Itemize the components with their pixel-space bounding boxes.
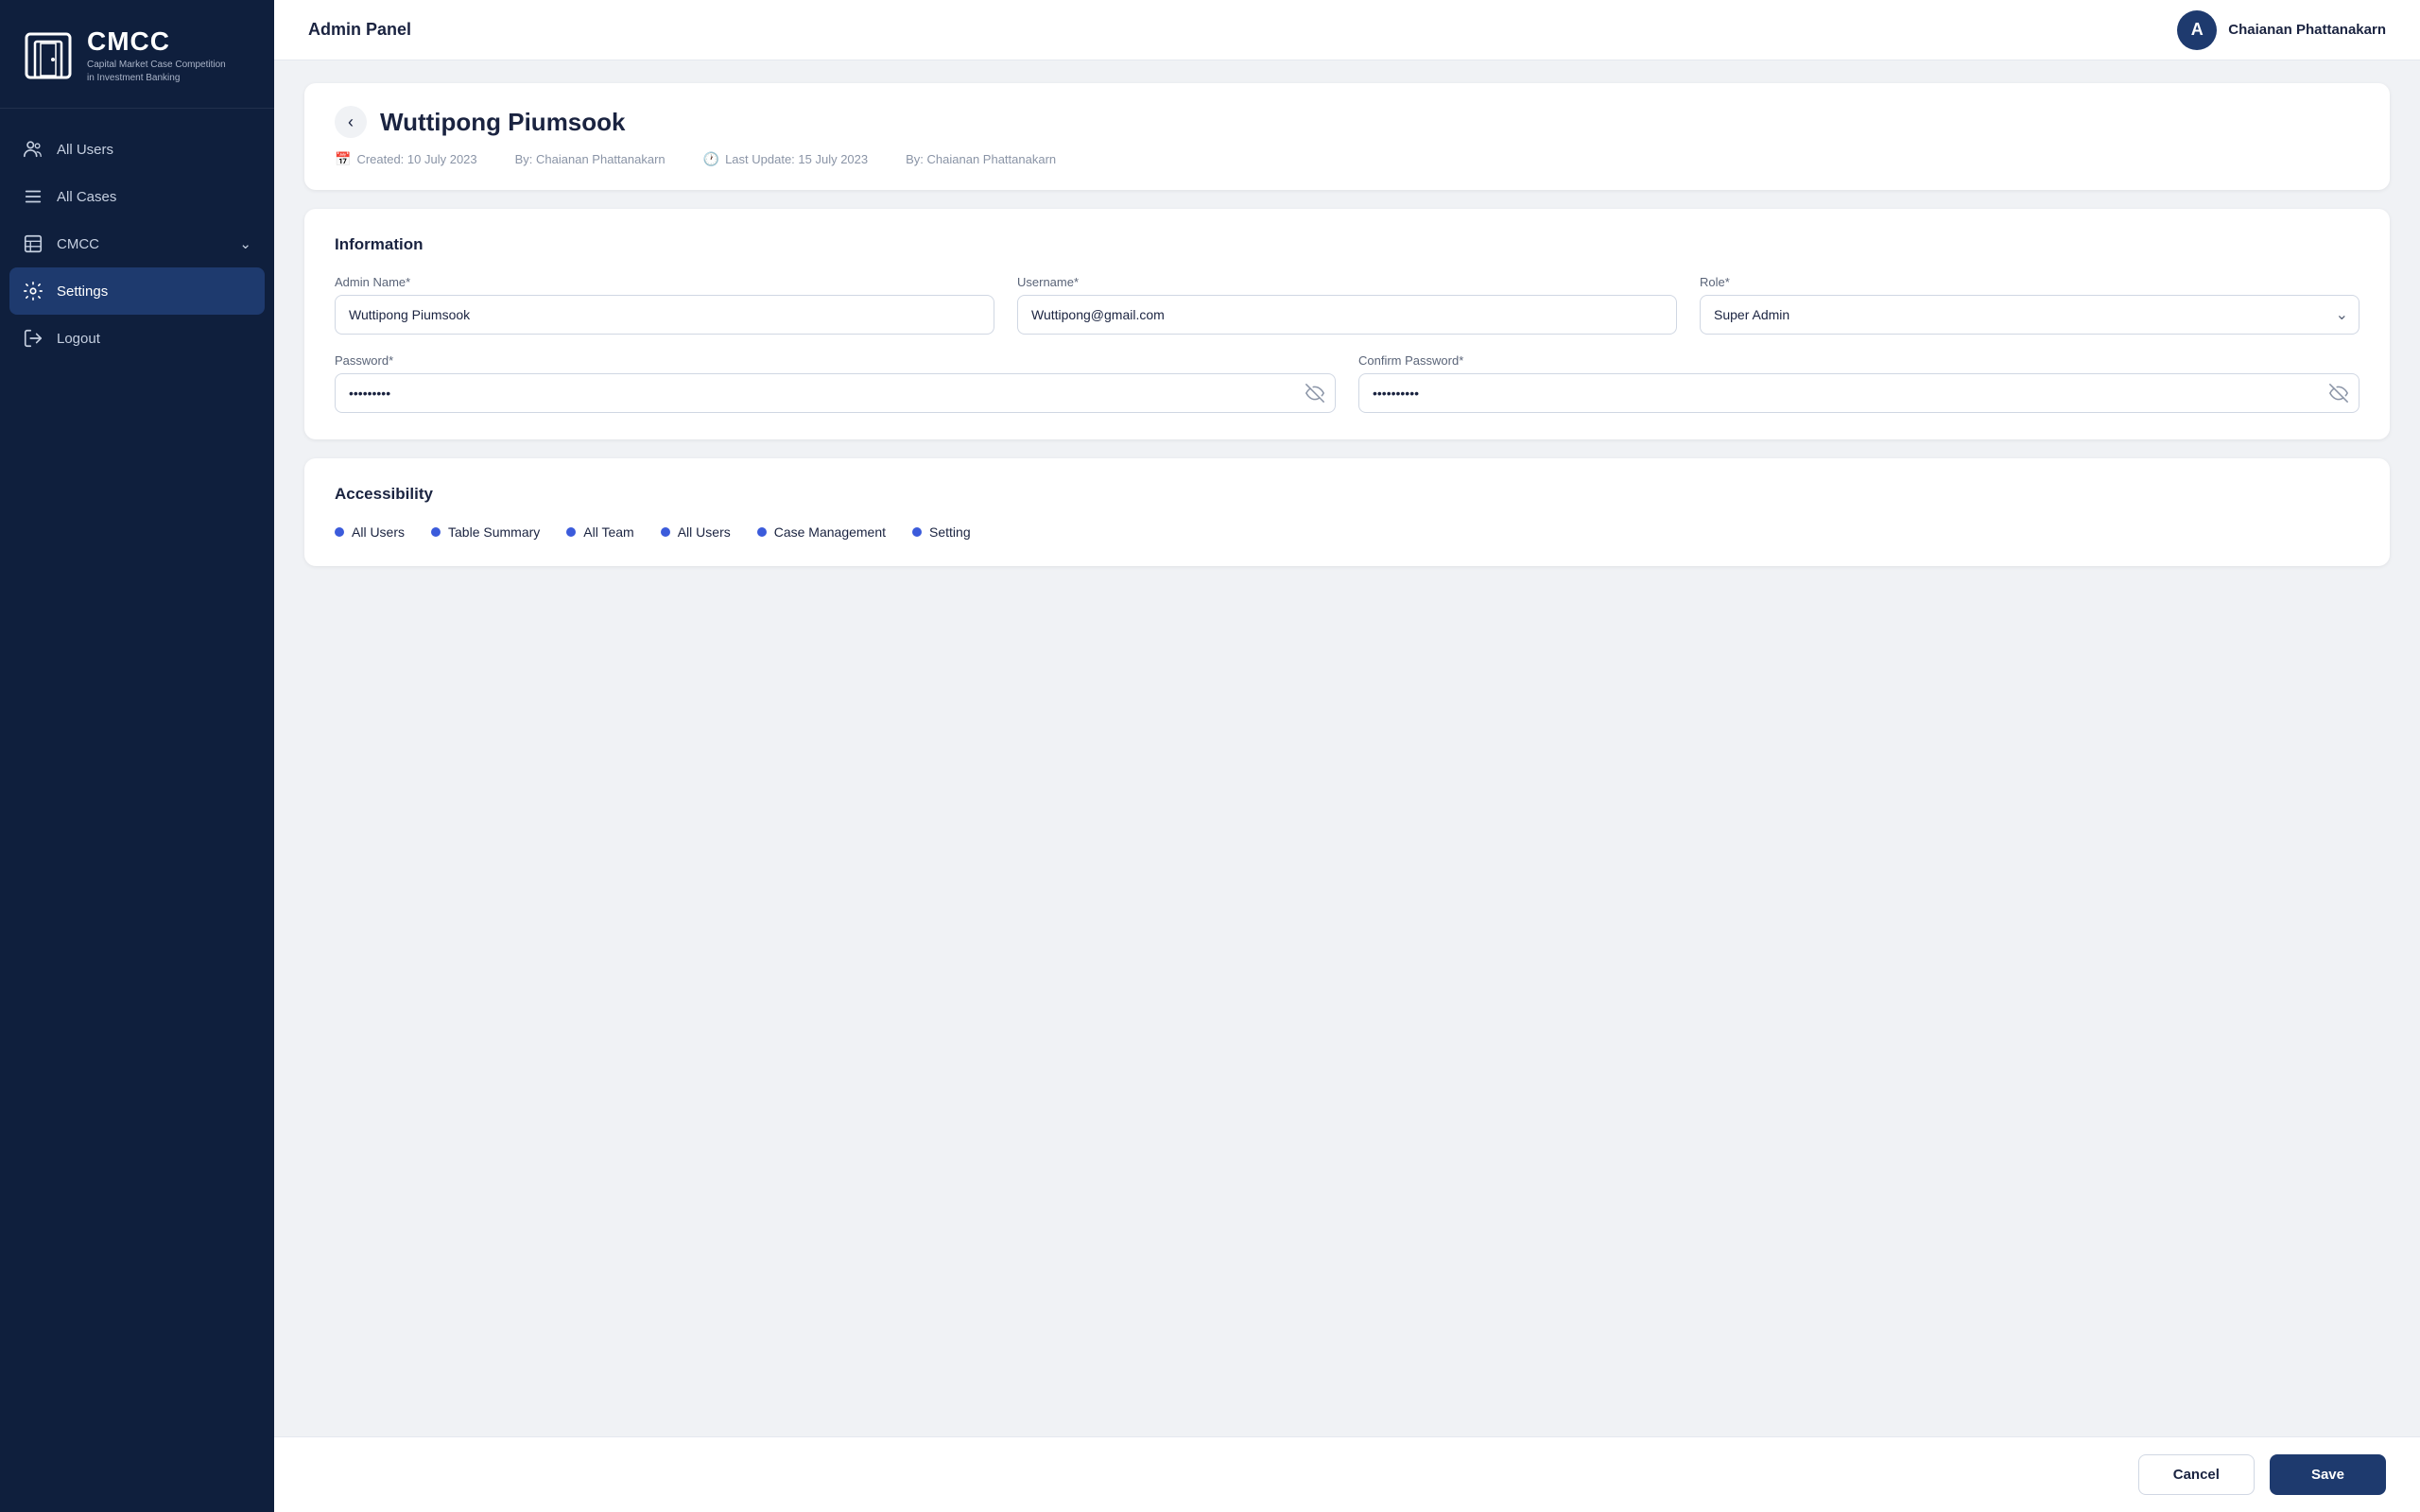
logo-subtitle: Capital Market Case Competitionin Invest… [87, 59, 226, 85]
list-item: Case Management [757, 524, 886, 540]
sidebar-logo: CMCC Capital Market Case Competitionin I… [0, 0, 274, 109]
confirm-password-toggle-button[interactable] [2329, 384, 2348, 403]
list-icon [23, 186, 43, 207]
sidebar-item-settings[interactable]: Settings [9, 267, 265, 315]
role-select[interactable]: Super Admin Admin Viewer [1700, 295, 2360, 335]
role-select-wrapper: Super Admin Admin Viewer ⌄ [1700, 295, 2360, 335]
sidebar-nav: All Users All Cases CMCC ⌄ [0, 109, 274, 1512]
sidebar-item-cmcc[interactable]: CMCC ⌄ [0, 220, 274, 267]
created-meta: 📅 Created: 10 July 2023 [335, 151, 477, 167]
back-button[interactable]: ‹ [335, 106, 367, 138]
eye-off-icon [1305, 384, 1324, 403]
admin-name-group: Admin Name* [335, 275, 994, 335]
access-dot [912, 527, 922, 537]
access-item-label: All Users [678, 524, 731, 540]
sidebar-item-all-users[interactable]: All Users [0, 126, 274, 173]
created-by-label: By: Chaianan Phattanakarn [515, 152, 666, 166]
sidebar: CMCC Capital Market Case Competitionin I… [0, 0, 274, 1512]
password-label: Password* [335, 353, 1336, 368]
access-item-label: Table Summary [448, 524, 540, 540]
confirm-password-label: Confirm Password* [1358, 353, 2360, 368]
admin-name-label: Admin Name* [335, 275, 994, 289]
users-icon [23, 139, 43, 160]
admin-name-input[interactable] [335, 295, 994, 335]
access-item-label: All Users [352, 524, 405, 540]
back-row: ‹ Wuttipong Piumsook [335, 106, 2360, 138]
list-item: Table Summary [431, 524, 540, 540]
calendar-icon: 📅 [335, 151, 351, 167]
list-item: Setting [912, 524, 971, 540]
password-wrapper [335, 373, 1336, 413]
role-label: Role* [1700, 275, 2360, 289]
list-item: All Users [661, 524, 731, 540]
chevron-down-icon: ⌄ [239, 235, 251, 252]
user-name: Chaianan Phattanakarn [2228, 22, 2386, 38]
logo-title: CMCC [87, 26, 226, 57]
logout-icon [23, 328, 43, 349]
table-icon [23, 233, 43, 254]
username-input[interactable] [1017, 295, 1677, 335]
avatar: A [2177, 10, 2217, 50]
topbar-user: A Chaianan Phattanakarn [2177, 10, 2386, 50]
access-item-label: Case Management [774, 524, 886, 540]
password-input[interactable] [335, 373, 1336, 413]
updated-by-label: By: Chaianan Phattanakarn [906, 152, 1056, 166]
main-content: Admin Panel A Chaianan Phattanakarn ‹ Wu… [274, 0, 2420, 1512]
action-bar: Cancel Save [274, 1436, 2420, 1512]
role-group: Role* Super Admin Admin Viewer ⌄ [1700, 275, 2360, 335]
page-title: Wuttipong Piumsook [380, 108, 626, 137]
access-dot [661, 527, 670, 537]
clock-icon: 🕐 [703, 151, 719, 167]
list-item: All Team [566, 524, 633, 540]
confirm-password-wrapper [1358, 373, 2360, 413]
access-item-label: All Team [583, 524, 633, 540]
password-toggle-button[interactable] [1305, 384, 1324, 403]
cmcc-logo-icon [23, 30, 74, 81]
header-card: ‹ Wuttipong Piumsook 📅 Created: 10 July … [304, 83, 2390, 190]
sidebar-item-cmcc-label: CMCC [57, 236, 99, 252]
topbar: Admin Panel A Chaianan Phattanakarn [274, 0, 2420, 60]
confirm-password-group: Confirm Password* [1358, 353, 2360, 413]
sidebar-item-all-users-label: All Users [57, 142, 113, 158]
confirm-password-input[interactable] [1358, 373, 2360, 413]
updated-meta: 🕐 Last Update: 15 July 2023 [703, 151, 869, 167]
sidebar-item-all-cases-label: All Cases [57, 189, 116, 205]
created-label: Created: 10 July 2023 [356, 152, 476, 166]
form-grid-password: Password* Confirm Pas [335, 353, 2360, 413]
username-label: Username* [1017, 275, 1677, 289]
list-item: All Users [335, 524, 405, 540]
meta-row: 📅 Created: 10 July 2023 By: Chaianan Pha… [335, 151, 2360, 167]
information-card: Information Admin Name* Username* Role* [304, 209, 2390, 439]
access-dot [335, 527, 344, 537]
updated-by-meta: By: Chaianan Phattanakarn [906, 151, 1056, 167]
access-dot [566, 527, 576, 537]
created-by-meta: By: Chaianan Phattanakarn [515, 151, 666, 167]
accessibility-card: Accessibility All Users Table Summary Al… [304, 458, 2390, 566]
username-group: Username* [1017, 275, 1677, 335]
updated-label: Last Update: 15 July 2023 [725, 152, 868, 166]
accessibility-section-title: Accessibility [335, 485, 2360, 504]
settings-icon [23, 281, 43, 301]
sidebar-item-logout-label: Logout [57, 331, 100, 347]
sidebar-item-all-cases[interactable]: All Cases [0, 173, 274, 220]
cancel-button[interactable]: Cancel [2138, 1454, 2255, 1495]
access-item-label: Setting [929, 524, 971, 540]
logo-text: CMCC Capital Market Case Competitionin I… [87, 26, 226, 85]
content-area: ‹ Wuttipong Piumsook 📅 Created: 10 July … [274, 60, 2420, 1436]
information-section-title: Information [335, 235, 2360, 254]
password-group: Password* [335, 353, 1336, 413]
sidebar-item-settings-label: Settings [57, 284, 108, 300]
eye-off-icon [2329, 384, 2348, 403]
access-list: All Users Table Summary All Team All Use… [335, 524, 2360, 540]
form-grid-top: Admin Name* Username* Role* Super Admin … [335, 275, 2360, 335]
sidebar-item-logout[interactable]: Logout [0, 315, 274, 362]
save-button[interactable]: Save [2270, 1454, 2386, 1495]
access-dot [757, 527, 767, 537]
access-dot [431, 527, 441, 537]
topbar-title: Admin Panel [308, 20, 411, 40]
